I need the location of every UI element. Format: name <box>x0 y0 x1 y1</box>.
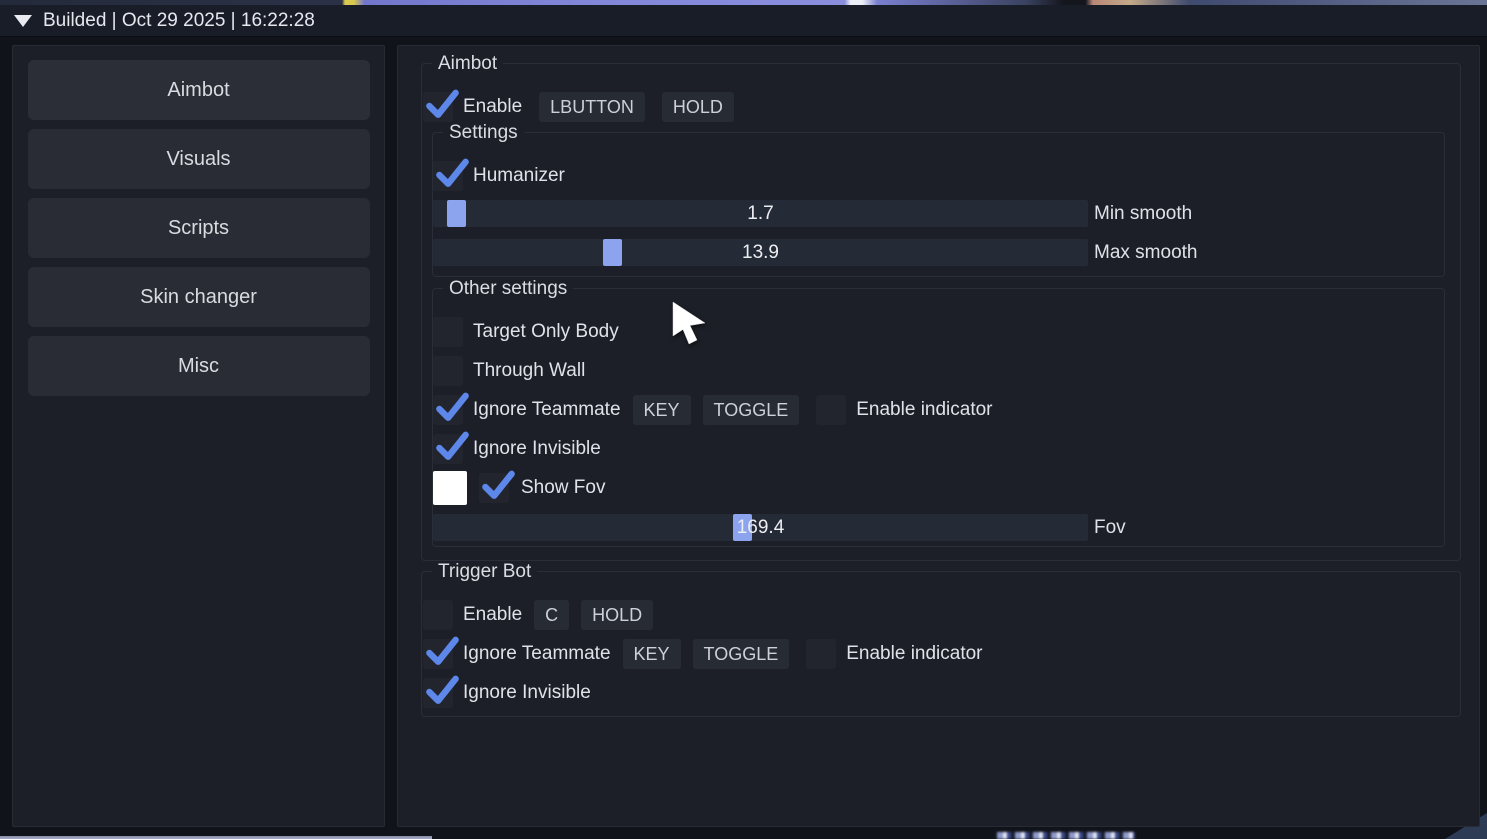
target-only-body-checkbox[interactable] <box>433 317 463 347</box>
aimbot-group: Aimbot Enable LBUTTON HOLD Settings Huma… <box>421 63 1461 561</box>
trigger-ignore-invisible-row: Ignore Invisible <box>423 678 1460 708</box>
titlebar: Builded | Oct 29 2025 | 16:22:28 <box>0 5 1487 37</box>
min-smooth-slider[interactable]: 1.7 <box>433 200 1088 227</box>
trigger-ignore-teammate-label: Ignore Teammate <box>463 643 611 665</box>
humanizer-checkbox[interactable] <box>433 161 463 191</box>
through-wall-label: Through Wall <box>473 360 585 382</box>
fov-color-swatch[interactable] <box>433 471 467 505</box>
game-background-hud <box>997 832 1135 839</box>
max-smooth-value: 13.9 <box>433 239 1088 266</box>
min-smooth-slider-row: 1.7 Min smooth <box>433 200 1444 227</box>
trigger-enable-checkbox[interactable] <box>423 600 453 630</box>
trigger-keybind-button[interactable]: C <box>534 600 569 630</box>
aimbot-enable-row: Enable LBUTTON HOLD <box>423 92 1460 122</box>
aimbot-enable-label: Enable <box>463 96 522 118</box>
aimbot-ignore-invisible-row: Ignore Invisible <box>433 434 1444 464</box>
show-fov-checkbox[interactable] <box>479 473 509 503</box>
sidebar-item-scripts[interactable]: Scripts <box>28 198 370 258</box>
checkmark-icon <box>435 429 470 464</box>
through-wall-checkbox[interactable] <box>433 356 463 386</box>
max-smooth-slider[interactable]: 13.9 <box>433 239 1088 266</box>
collapse-triangle-icon[interactable] <box>14 15 32 27</box>
sidebar-item-misc[interactable]: Misc <box>28 336 370 396</box>
humanizer-row: Humanizer <box>433 161 1444 191</box>
aimbot-enable-checkbox[interactable] <box>423 92 453 122</box>
checkmark-icon <box>425 634 460 669</box>
checkmark-icon <box>435 156 470 191</box>
aimbot-ignore-teammate-label: Ignore Teammate <box>473 399 621 421</box>
aimbot-ignore-teammate-row: Ignore Teammate KEY TOGGLE Enable indica… <box>433 395 1444 425</box>
show-fov-label: Show Fov <box>521 477 605 499</box>
through-wall-row: Through Wall <box>433 356 1444 386</box>
sidebar: Aimbot Visuals Scripts Skin changer Misc <box>12 45 385 827</box>
fov-slider-row: 169.4 Fov <box>433 514 1444 541</box>
trigger-ignore-invisible-label: Ignore Invisible <box>463 682 591 704</box>
window-title: Builded | Oct 29 2025 | 16:22:28 <box>43 10 315 32</box>
trigger-enable-indicator-checkbox[interactable] <box>806 639 836 669</box>
other-settings-group: Other settings Target Only Body Through … <box>432 288 1445 547</box>
min-smooth-label: Min smooth <box>1094 203 1192 225</box>
checkmark-icon <box>435 390 470 425</box>
trigger-bot-group: Trigger Bot Enable C HOLD Ignore Teammat… <box>421 571 1461 717</box>
trigger-ignore-invisible-checkbox[interactable] <box>423 678 453 708</box>
aimbot-group-label: Aimbot <box>432 53 503 74</box>
trigger-ignore-teammate-checkbox[interactable] <box>423 639 453 669</box>
checkmark-icon <box>425 87 460 122</box>
sidebar-item-visuals[interactable]: Visuals <box>28 129 370 189</box>
fov-label: Fov <box>1094 517 1126 539</box>
trigger-ignore-teammate-key-button[interactable]: KEY <box>623 639 681 669</box>
fov-slider[interactable]: 169.4 <box>433 514 1088 541</box>
aimbot-keybind-button[interactable]: LBUTTON <box>539 92 645 122</box>
checkmark-icon <box>425 673 460 708</box>
fov-value: 169.4 <box>433 514 1088 541</box>
trigger-enable-row: Enable C HOLD <box>423 600 1460 630</box>
aimbot-ignore-teammate-mode-button[interactable]: TOGGLE <box>703 395 800 425</box>
trigger-enable-indicator-label: Enable indicator <box>846 643 982 665</box>
checkmark-icon <box>481 468 516 503</box>
aimbot-ignore-invisible-label: Ignore Invisible <box>473 438 601 460</box>
main-panel: Aimbot Enable LBUTTON HOLD Settings Huma… <box>397 45 1480 827</box>
aimbot-ignore-invisible-checkbox[interactable] <box>433 434 463 464</box>
target-only-body-label: Target Only Body <box>473 321 619 343</box>
min-smooth-value: 1.7 <box>433 200 1088 227</box>
trigger-ignore-teammate-mode-button[interactable]: TOGGLE <box>693 639 790 669</box>
trigger-ignore-teammate-row: Ignore Teammate KEY TOGGLE Enable indica… <box>423 639 1460 669</box>
other-settings-group-label: Other settings <box>443 278 573 299</box>
trigger-keymode-button[interactable]: HOLD <box>581 600 653 630</box>
settings-group-label: Settings <box>443 122 524 143</box>
target-only-body-row: Target Only Body <box>433 317 1444 347</box>
humanizer-label: Humanizer <box>473 165 565 187</box>
aimbot-keymode-button[interactable]: HOLD <box>662 92 734 122</box>
sidebar-item-aimbot[interactable]: Aimbot <box>28 60 370 120</box>
aimbot-enable-indicator-checkbox[interactable] <box>816 395 846 425</box>
show-fov-row: Show Fov <box>433 471 1444 505</box>
settings-group: Settings Humanizer 1.7 Min smooth 13.9 <box>432 132 1445 277</box>
max-smooth-label: Max smooth <box>1094 242 1197 264</box>
aimbot-enable-indicator-label: Enable indicator <box>856 399 992 421</box>
sidebar-item-skin-changer[interactable]: Skin changer <box>28 267 370 327</box>
trigger-enable-label: Enable <box>463 604 522 626</box>
aimbot-ignore-teammate-key-button[interactable]: KEY <box>633 395 691 425</box>
aimbot-ignore-teammate-checkbox[interactable] <box>433 395 463 425</box>
max-smooth-slider-row: 13.9 Max smooth <box>433 239 1444 266</box>
trigger-bot-group-label: Trigger Bot <box>432 561 537 582</box>
